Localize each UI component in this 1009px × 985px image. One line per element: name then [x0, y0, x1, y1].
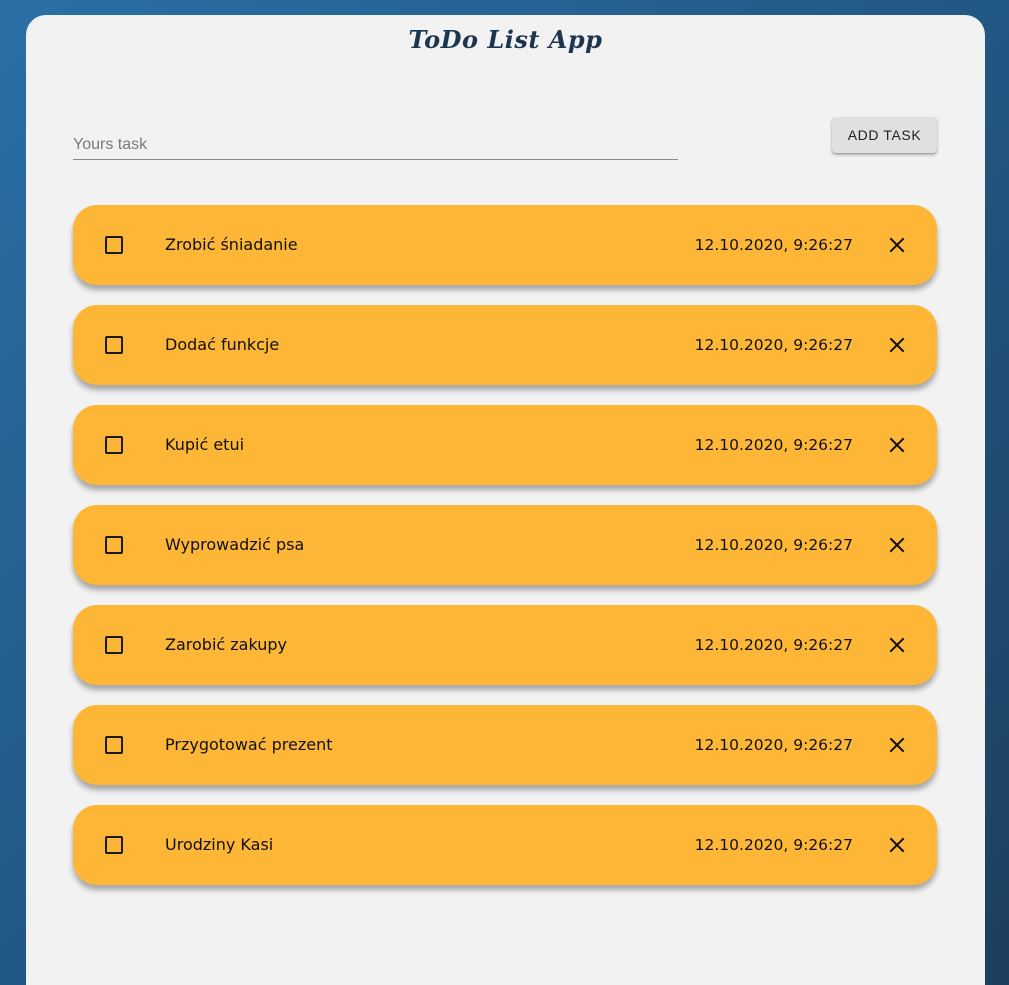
checkbox-unchecked-icon[interactable]	[105, 436, 123, 454]
task-item: Kupić etui 12.10.2020, 9:26:27	[73, 405, 937, 485]
task-name: Zarobić zakupy	[165, 635, 288, 654]
checkbox-unchecked-icon[interactable]	[105, 336, 123, 354]
task-date: 12.10.2020, 9:26:27	[694, 336, 853, 354]
task-item: Urodziny Kasi 12.10.2020, 9:26:27	[73, 805, 937, 885]
task-name: Wyprowadzić psa	[165, 535, 305, 554]
task-name: Dodać funkcje	[165, 335, 280, 354]
checkbox-unchecked-icon[interactable]	[105, 836, 123, 854]
app-title: ToDo List App	[408, 25, 603, 54]
checkbox-unchecked-icon[interactable]	[105, 636, 123, 654]
task-item: Wyprowadzić psa 12.10.2020, 9:26:27	[73, 505, 937, 585]
task-list: Zrobić śniadanie 12.10.2020, 9:26:27 Dod…	[73, 205, 937, 905]
close-icon[interactable]	[885, 233, 909, 257]
add-task-button[interactable]: ADD TASK	[832, 117, 937, 153]
task-name: Zrobić śniadanie	[165, 235, 298, 254]
task-item: Dodać funkcje 12.10.2020, 9:26:27	[73, 305, 937, 385]
app-card: ToDo List App ADD TASK Zrobić śniadanie …	[26, 15, 985, 985]
task-date: 12.10.2020, 9:26:27	[694, 436, 853, 454]
task-name: Przygotować prezent	[165, 735, 333, 754]
task-item: Zarobić zakupy 12.10.2020, 9:26:27	[73, 605, 937, 685]
checkbox-unchecked-icon[interactable]	[105, 236, 123, 254]
close-icon[interactable]	[885, 833, 909, 857]
task-item: Przygotować prezent 12.10.2020, 9:26:27	[73, 705, 937, 785]
checkbox-unchecked-icon[interactable]	[105, 736, 123, 754]
task-date: 12.10.2020, 9:26:27	[694, 236, 853, 254]
task-input-wrapper	[73, 129, 678, 160]
task-date: 12.10.2020, 9:26:27	[694, 736, 853, 754]
task-date: 12.10.2020, 9:26:27	[694, 836, 853, 854]
close-icon[interactable]	[885, 333, 909, 357]
task-item: Zrobić śniadanie 12.10.2020, 9:26:27	[73, 205, 937, 285]
task-name: Kupić etui	[165, 435, 245, 454]
task-name: Urodziny Kasi	[165, 835, 274, 854]
close-icon[interactable]	[885, 733, 909, 757]
close-icon[interactable]	[885, 633, 909, 657]
checkbox-unchecked-icon[interactable]	[105, 536, 123, 554]
task-date: 12.10.2020, 9:26:27	[694, 636, 853, 654]
task-input[interactable]	[73, 131, 678, 159]
task-date: 12.10.2020, 9:26:27	[694, 536, 853, 554]
close-icon[interactable]	[885, 433, 909, 457]
close-icon[interactable]	[885, 533, 909, 557]
